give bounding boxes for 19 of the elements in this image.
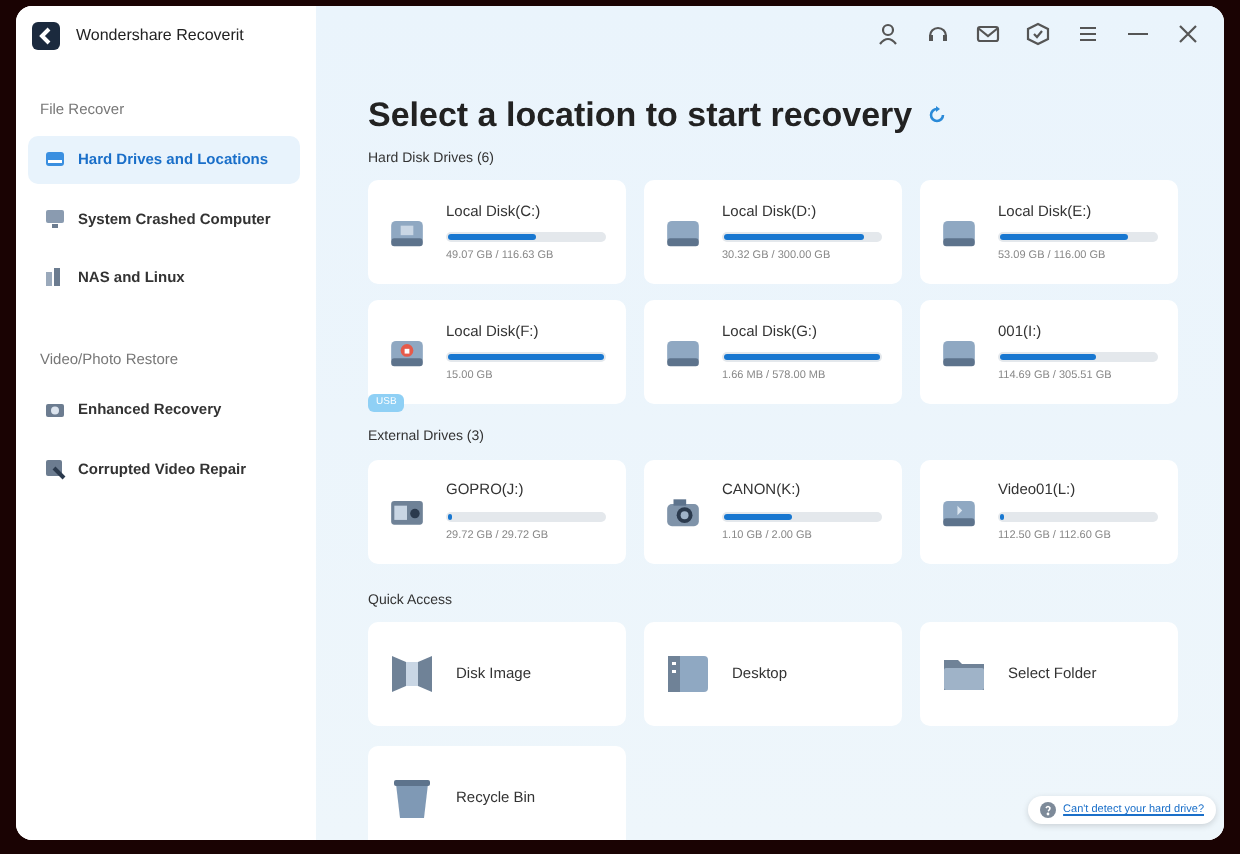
menu-icon[interactable] <box>1076 22 1100 46</box>
user-icon[interactable] <box>876 22 900 46</box>
desktop-icon <box>664 650 712 698</box>
page-title: Select a location to start recovery <box>368 94 913 138</box>
help-icon <box>1039 801 1056 818</box>
headset-icon[interactable] <box>926 22 950 46</box>
video-repair-icon <box>44 457 66 480</box>
disk-image-icon <box>388 650 436 698</box>
mail-icon[interactable] <box>976 22 1000 46</box>
app-title: Wondershare Recoverit <box>76 24 244 48</box>
camera-icon <box>44 398 66 421</box>
refresh-icon[interactable] <box>928 106 947 125</box>
app-logo-icon <box>32 22 60 50</box>
badge-check-icon[interactable] <box>1026 22 1050 46</box>
drive-icon <box>44 148 66 171</box>
close-icon[interactable] <box>1176 22 1200 46</box>
recycle-bin-icon <box>388 774 436 822</box>
server-icon <box>44 265 66 288</box>
monitor-icon <box>44 207 66 230</box>
